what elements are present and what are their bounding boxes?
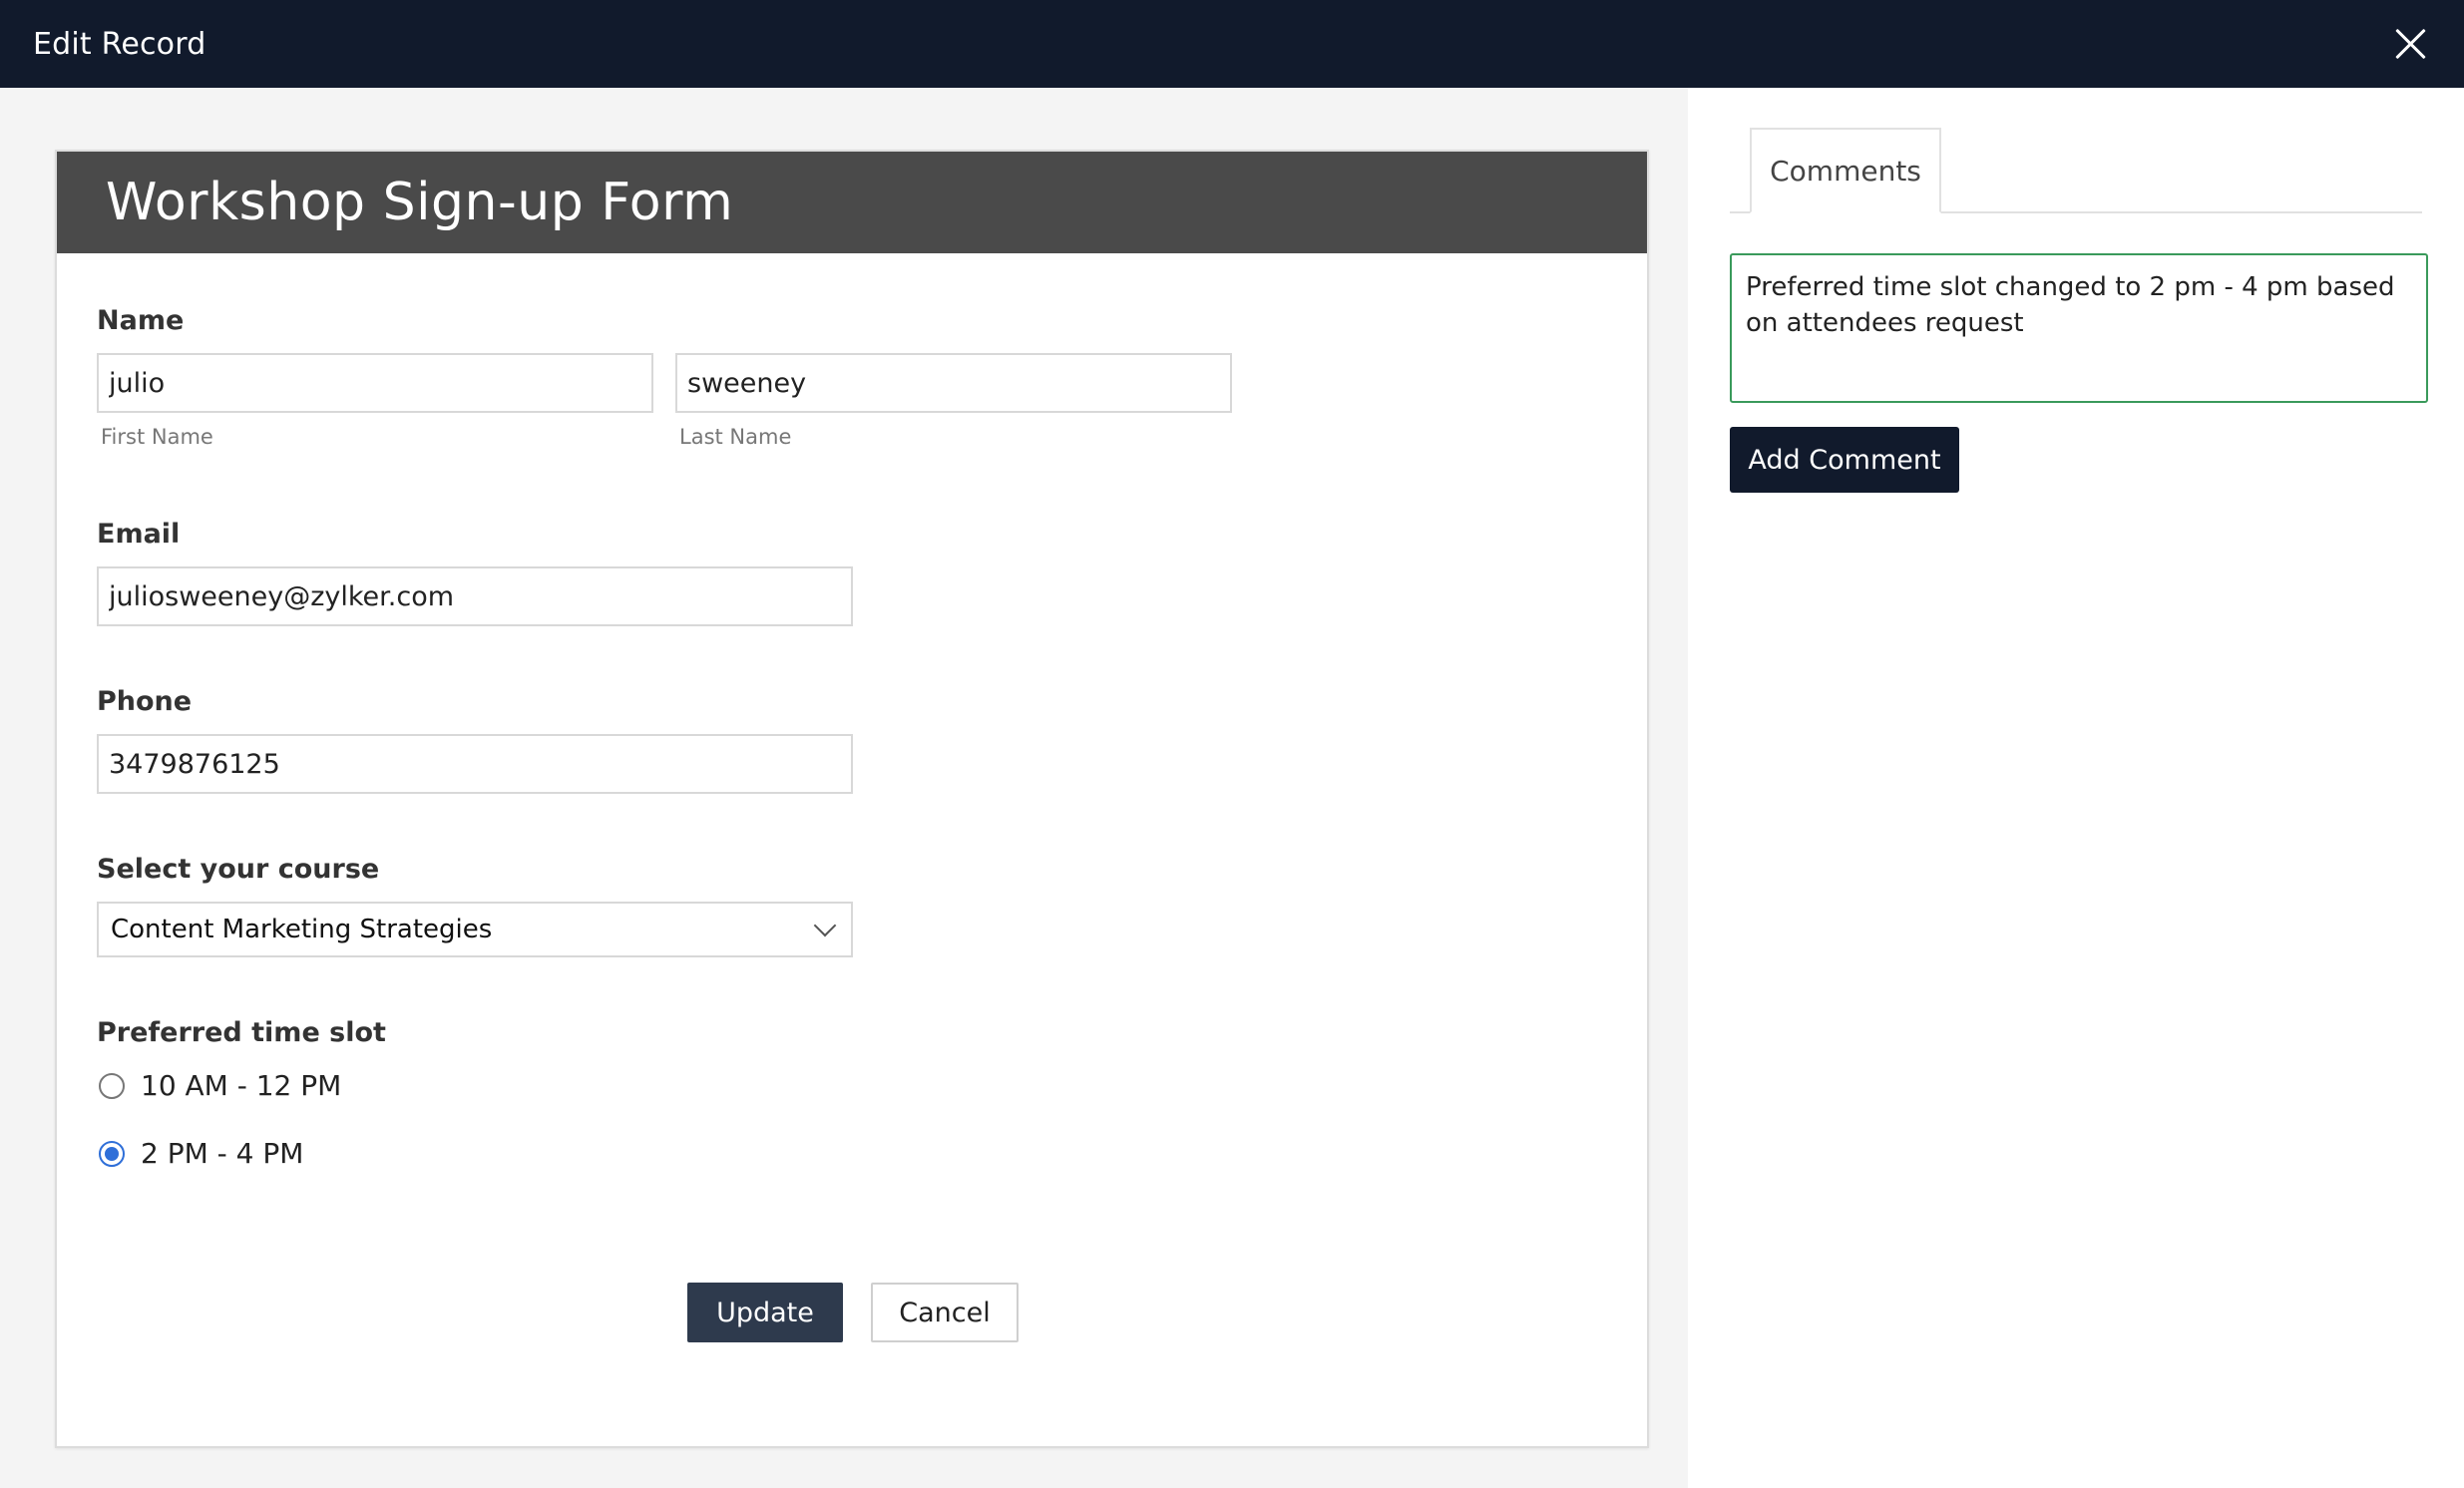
comments-panel: Comments Preferred time slot changed to … bbox=[1688, 88, 2464, 1488]
close-icon[interactable] bbox=[2388, 22, 2432, 66]
tab-comments[interactable]: Comments bbox=[1750, 128, 1941, 213]
form-header: Workshop Sign-up Form bbox=[57, 152, 1647, 253]
first-name-input[interactable] bbox=[97, 353, 653, 413]
phone-label: Phone bbox=[97, 686, 193, 717]
email-label: Email bbox=[97, 519, 181, 550]
last-name-sublabel: Last Name bbox=[679, 425, 792, 449]
course-selected-value: Content Marketing Strategies bbox=[111, 915, 493, 944]
form-card: Workshop Sign-up Form Name First Name La… bbox=[55, 150, 1649, 1448]
chevron-down-icon bbox=[813, 914, 837, 937]
form-title: Workshop Sign-up Form bbox=[106, 173, 734, 232]
email-input[interactable] bbox=[97, 566, 853, 626]
course-select[interactable]: Content Marketing Strategies bbox=[97, 902, 853, 957]
course-label: Select your course bbox=[97, 854, 380, 885]
time-slot-option-label: 2 PM - 4 PM bbox=[141, 1137, 304, 1170]
radio-unchecked-icon[interactable] bbox=[99, 1072, 125, 1099]
first-name-sublabel: First Name bbox=[101, 425, 213, 449]
update-button[interactable]: Update bbox=[687, 1283, 843, 1342]
phone-input[interactable] bbox=[97, 734, 853, 794]
top-bar: Edit Record bbox=[0, 0, 2464, 88]
cancel-button[interactable]: Cancel bbox=[871, 1283, 1019, 1342]
name-label: Name bbox=[97, 305, 185, 336]
time-slot-option-2[interactable]: 2 PM - 4 PM bbox=[99, 1137, 303, 1170]
add-comment-button[interactable]: Add Comment bbox=[1730, 427, 1959, 493]
form-area: Workshop Sign-up Form Name First Name La… bbox=[0, 88, 1688, 1488]
last-name-input[interactable] bbox=[675, 353, 1232, 413]
radio-checked-icon[interactable] bbox=[99, 1140, 125, 1167]
time-slot-label: Preferred time slot bbox=[97, 1017, 386, 1048]
time-slot-option-label: 10 AM - 12 PM bbox=[141, 1069, 342, 1102]
time-slot-option-1[interactable]: 10 AM - 12 PM bbox=[99, 1069, 341, 1102]
window-title: Edit Record bbox=[33, 26, 206, 62]
comment-textarea[interactable]: Preferred time slot changed to 2 pm - 4 … bbox=[1730, 253, 2428, 403]
